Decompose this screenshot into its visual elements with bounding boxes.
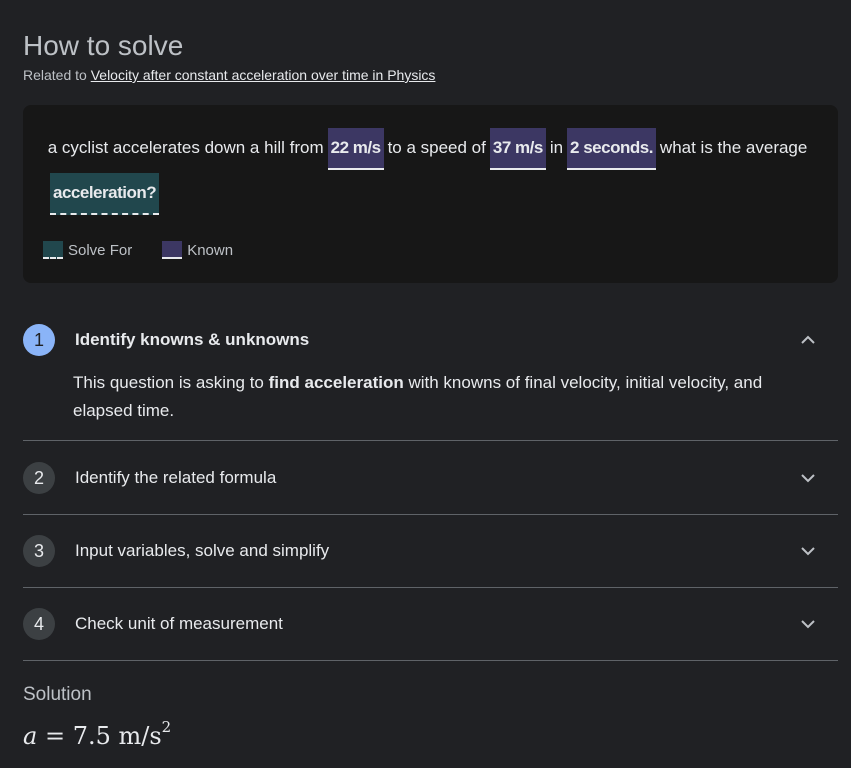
- legend-solve-for-label: Solve For: [68, 241, 133, 259]
- solution-exponent: 2: [161, 718, 172, 736]
- page-title: How to solve: [23, 30, 184, 61]
- step-1-body: This question is asking to find accelera…: [73, 369, 803, 425]
- step-1-header[interactable]: 1 Identify knowns & unknowns: [23, 324, 838, 356]
- known-initial-velocity: 22 m/s: [327, 127, 384, 170]
- step-2-number: 2: [23, 462, 55, 494]
- step-4-label: Check unit of measurement: [75, 614, 283, 633]
- chevron-up-icon[interactable]: [800, 332, 816, 348]
- known-final-velocity: 37 m/s: [489, 127, 546, 170]
- step-2[interactable]: 2 Identify the related formula: [23, 462, 838, 494]
- step-1-body-bold: find acceleration: [268, 373, 404, 392]
- step-3-label: Input variables, solve and simplify: [75, 541, 330, 560]
- solution-equation: a = 7.5 m/s2: [23, 718, 171, 750]
- problem-card: a cyclist accelerates down a hill from 22…: [23, 105, 838, 283]
- problem-text-1: a cyclist accelerates down a hill from: [47, 138, 324, 157]
- step-1-body-prefix: This question is asking to: [73, 373, 264, 392]
- step-2-header[interactable]: 2 Identify the related formula: [23, 462, 838, 494]
- known-swatch: [162, 241, 183, 259]
- solve-for-swatch: [43, 241, 63, 259]
- solution-equals: =: [44, 722, 66, 750]
- solution-title: Solution: [23, 684, 92, 705]
- step-3-number: 3: [23, 535, 55, 567]
- known-time: 2 seconds.: [567, 127, 656, 170]
- legend: Solve For Known: [43, 241, 263, 259]
- solve-for-acceleration: acceleration?: [50, 172, 160, 215]
- divider: [23, 660, 838, 661]
- divider: [23, 587, 838, 588]
- chevron-down-icon[interactable]: [800, 543, 816, 559]
- step-3-header[interactable]: 3 Input variables, solve and simplify: [23, 535, 838, 567]
- solution-value: 7.5 m/s: [72, 722, 162, 750]
- step-4[interactable]: 4 Check unit of measurement: [23, 608, 838, 640]
- solution-variable: a: [23, 722, 38, 750]
- legend-known: Known: [162, 241, 233, 259]
- step-2-label: Identify the related formula: [75, 468, 277, 487]
- legend-solve-for: Solve For: [43, 241, 132, 259]
- chevron-down-icon[interactable]: [800, 616, 816, 632]
- problem-text-3: in: [549, 138, 564, 157]
- problem-text-4: what is the average: [659, 138, 808, 157]
- step-4-header[interactable]: 4 Check unit of measurement: [23, 608, 838, 640]
- step-4-number: 4: [23, 608, 55, 640]
- problem-text-2: to a speed of: [387, 138, 486, 157]
- related-prefix: Related to: [23, 67, 87, 83]
- problem-statement: a cyclist accelerates down a hill from 22…: [43, 125, 828, 215]
- step-3[interactable]: 3 Input variables, solve and simplify: [23, 535, 838, 567]
- step-1: 1 Identify knowns & unknowns This questi…: [23, 324, 838, 425]
- related-topic-link[interactable]: Velocity after constant acceleration ove…: [91, 67, 436, 83]
- legend-known-label: Known: [187, 241, 234, 259]
- chevron-down-icon[interactable]: [800, 470, 816, 486]
- divider: [23, 514, 838, 515]
- header: How to solve Related to Velocity after c…: [23, 30, 435, 83]
- step-1-number: 1: [23, 324, 55, 356]
- divider: [23, 440, 838, 441]
- related-line: Related to Velocity after constant accel…: [23, 67, 435, 83]
- step-1-label: Identify knowns & unknowns: [75, 330, 310, 349]
